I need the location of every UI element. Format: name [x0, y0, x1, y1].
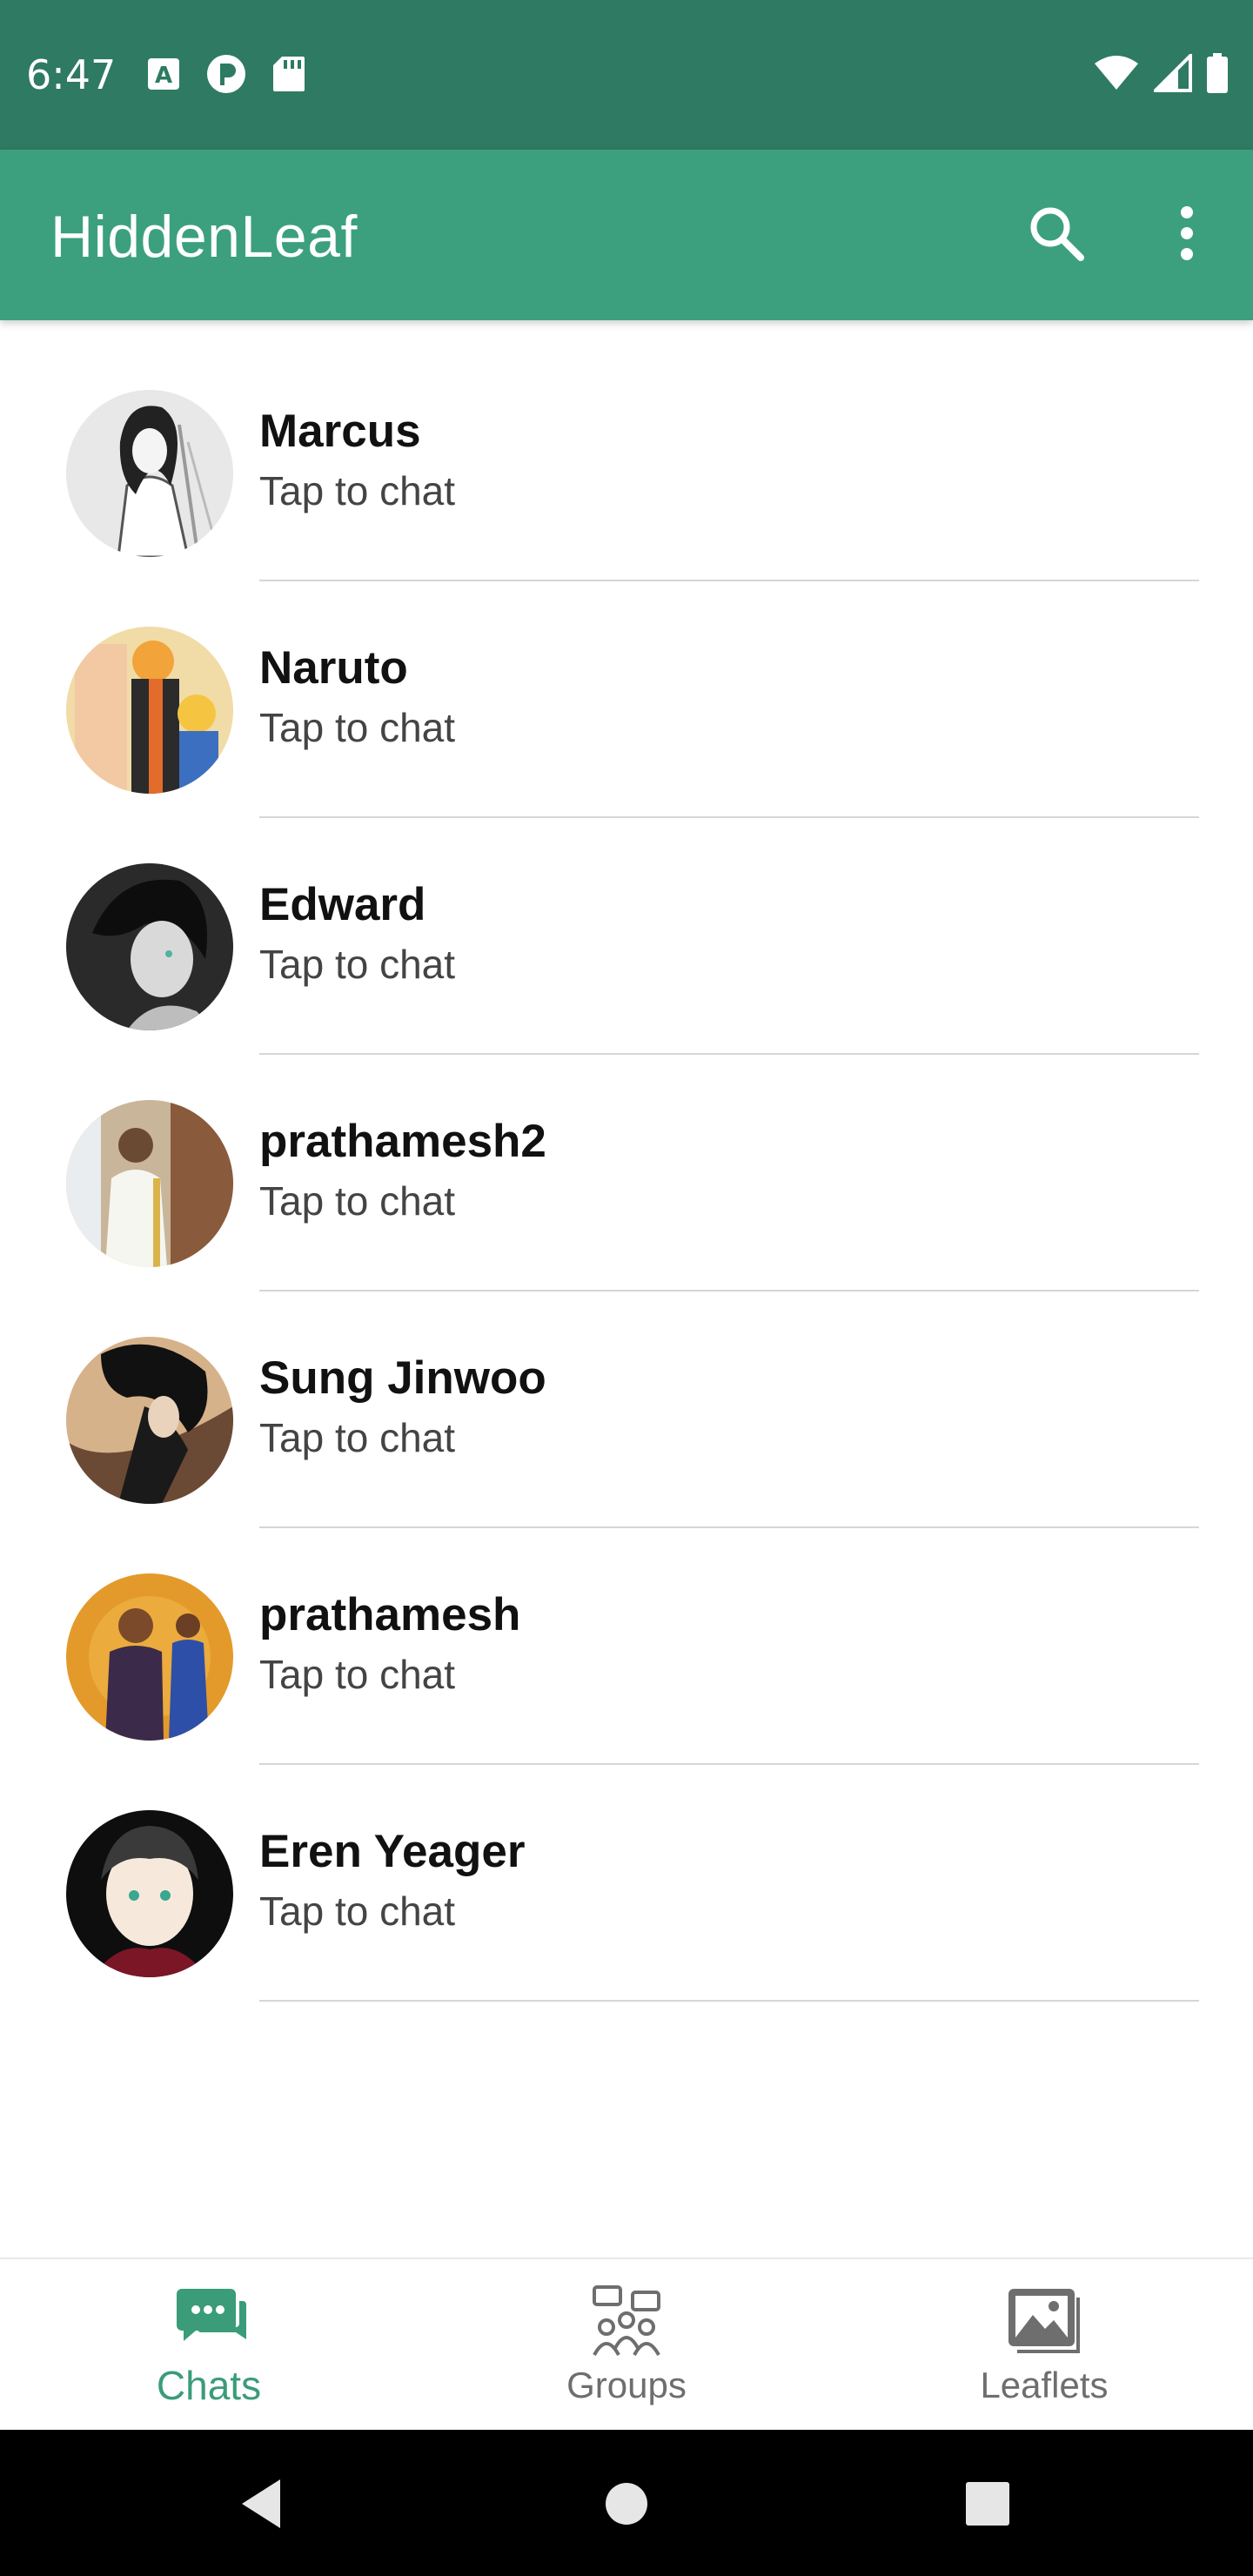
- chat-name: Marcus: [259, 406, 421, 457]
- avatar: [66, 1337, 233, 1504]
- chat-row[interactable]: Naruto Tap to chat: [0, 557, 1253, 818]
- nav-chats[interactable]: Chats: [0, 2259, 418, 2432]
- app-bar: HiddenLeaf: [0, 150, 1253, 320]
- chat-subtitle: Tap to chat: [259, 1178, 456, 1224]
- home-icon[interactable]: [587, 2465, 666, 2543]
- chat-row[interactable]: prathamesh Tap to chat: [0, 1504, 1253, 1765]
- chat-subtitle: Tap to chat: [259, 1888, 456, 1934]
- status-right-icons: [1093, 50, 1229, 97]
- status-time: 6:47: [26, 51, 117, 98]
- avatar: [66, 863, 233, 1030]
- status-left-icons: A: [146, 53, 306, 99]
- chat-row[interactable]: Sung Jinwoo Tap to chat: [0, 1267, 1253, 1528]
- chat-row[interactable]: Marcus Tap to chat: [0, 320, 1253, 581]
- leaflets-icon: [835, 2284, 1253, 2362]
- sd-card-icon: [271, 55, 306, 97]
- bottom-nav: Chats Groups Leaflets: [0, 2257, 1253, 2432]
- chat-row[interactable]: Edward Tap to chat: [0, 794, 1253, 1055]
- avatar: [66, 1573, 233, 1741]
- avatar: [66, 1810, 233, 1977]
- nav-leaflets[interactable]: Leaflets: [835, 2259, 1253, 2432]
- a-icon: A: [146, 57, 181, 96]
- chat-subtitle: Tap to chat: [259, 1652, 456, 1697]
- chat-row[interactable]: prathamesh2 Tap to chat: [0, 1030, 1253, 1291]
- svg-text:A: A: [155, 63, 172, 89]
- nav-label: Groups: [566, 2365, 687, 2405]
- nav-groups[interactable]: Groups: [418, 2259, 835, 2432]
- chat-name: prathamesh: [259, 1589, 521, 1640]
- signal-icon: [1151, 50, 1192, 97]
- chat-subtitle: Tap to chat: [259, 468, 456, 513]
- avatar: [66, 390, 233, 557]
- chat-subtitle: Tap to chat: [259, 942, 456, 987]
- system-nav-bar: [0, 2430, 1253, 2576]
- chat-row[interactable]: Eren Yeager Tap to chat: [0, 1741, 1253, 2002]
- nav-label: Chats: [156, 2363, 262, 2408]
- avatar: [66, 627, 233, 794]
- groups-icon: [418, 2284, 835, 2362]
- battery-icon: [1206, 52, 1229, 97]
- chat-name: Edward: [259, 879, 426, 930]
- app-title: HiddenLeaf: [50, 204, 358, 270]
- chat-name: Sung Jinwoo: [259, 1352, 546, 1404]
- p-icon: [205, 53, 247, 99]
- status-bar: 6:47 A: [0, 0, 1253, 150]
- chat-subtitle: Tap to chat: [259, 705, 456, 750]
- wifi-icon: [1093, 55, 1140, 96]
- chat-name: Naruto: [259, 642, 408, 694]
- search-icon[interactable]: [1025, 202, 1088, 265]
- nav-label: Leaflets: [980, 2365, 1109, 2405]
- more-vert-icon[interactable]: [1163, 202, 1211, 265]
- chat-name: Eren Yeager: [259, 1826, 526, 1877]
- back-icon[interactable]: [222, 2465, 300, 2543]
- avatar: [66, 1100, 233, 1267]
- chat-name: prathamesh2: [259, 1116, 546, 1167]
- recents-icon[interactable]: [948, 2465, 1027, 2543]
- chat-subtitle: Tap to chat: [259, 1415, 456, 1460]
- chats-icon: [0, 2284, 418, 2362]
- divider: [259, 2000, 1199, 2002]
